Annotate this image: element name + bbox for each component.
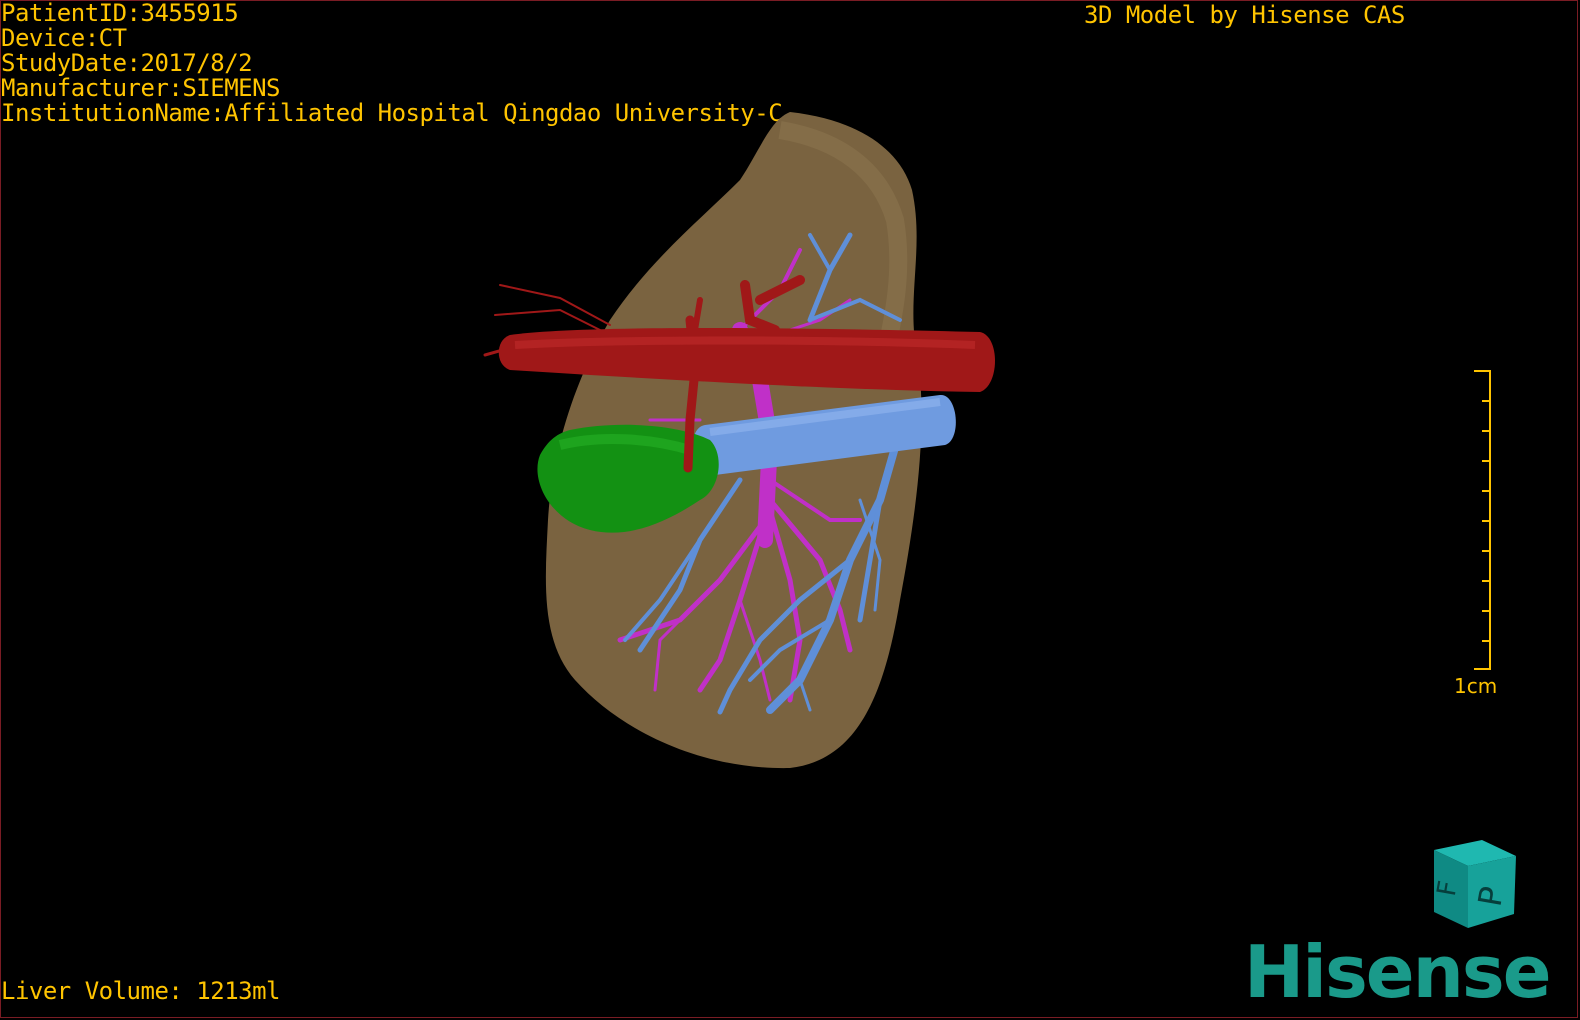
3d-model-viewport[interactable] [0, 0, 1580, 1020]
scale-bar [1474, 370, 1491, 670]
hisense-logo: Hisense [1244, 930, 1552, 1014]
scale-bar-label: 1cm [1454, 674, 1498, 698]
liver-volume-text: Liver Volume: 1213ml [1, 977, 280, 1005]
orientation-cube[interactable]: F P [1424, 838, 1524, 934]
